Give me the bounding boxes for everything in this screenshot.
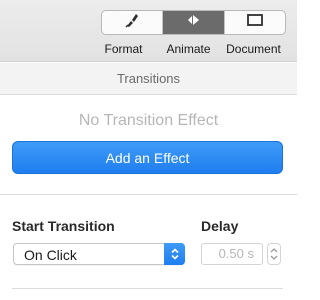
start-transition-label: Start Transition: [12, 218, 115, 234]
transitions-header-label: Transitions: [116, 71, 181, 86]
bottom-divider: [12, 288, 283, 289]
paintbrush-icon: [124, 12, 140, 33]
delay-input[interactable]: 0.50 s: [201, 243, 263, 265]
animate-tab-button[interactable]: [163, 11, 225, 34]
select-chevron-icon[interactable]: [164, 243, 185, 265]
start-transition-select[interactable]: On Click: [13, 243, 185, 265]
delay-stepper[interactable]: [267, 243, 281, 265]
add-effect-label: Add an Effect: [105, 149, 190, 166]
tab-format-label[interactable]: Format: [91, 42, 156, 56]
document-rect-icon: [246, 13, 264, 32]
inspector-segmented-control: [101, 10, 286, 35]
tab-animate-label[interactable]: Animate: [156, 42, 221, 56]
inspector-toolbar: Format Animate Document: [0, 0, 297, 62]
diamond-arrows-icon: [184, 12, 202, 33]
document-tab-button[interactable]: [225, 11, 285, 34]
add-effect-button[interactable]: Add an Effect: [12, 141, 283, 174]
start-transition-value: On Click: [24, 247, 77, 263]
section-divider: [0, 194, 297, 195]
delay-label: Delay: [201, 218, 239, 234]
format-tab-button[interactable]: [102, 11, 164, 34]
stepper-arrows-icon: [270, 248, 278, 260]
no-effect-text: No Transition Effect: [78, 112, 219, 129]
tab-labels: Format Animate Document: [101, 42, 286, 56]
tab-document-label[interactable]: Document: [221, 42, 286, 56]
transitions-header: Transitions: [0, 63, 297, 95]
